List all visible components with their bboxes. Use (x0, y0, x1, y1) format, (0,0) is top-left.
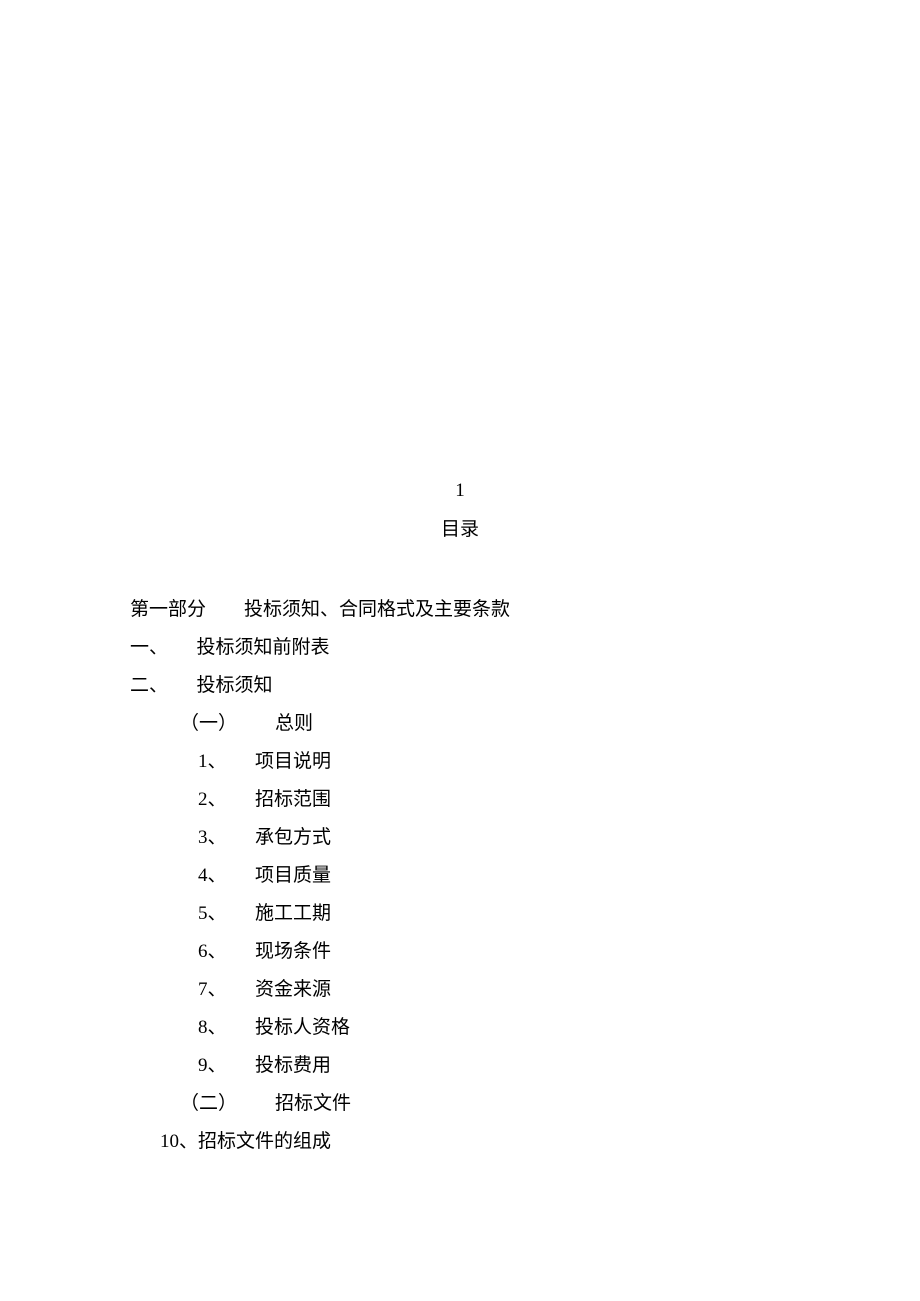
toc-section-label: 一、 (130, 637, 168, 658)
toc-section-2: 二、 投标须知 (130, 667, 790, 705)
toc-item-num: 10、 (160, 1131, 198, 1152)
toc-item-text: 项目质量 (255, 865, 331, 886)
toc-item-num: 5、 (198, 903, 227, 924)
toc-item-num: 9、 (198, 1055, 227, 1076)
toc-sub-text: 招标文件 (275, 1093, 351, 1114)
toc-item-num: 8、 (198, 1017, 227, 1038)
toc-item-text: 招标范围 (255, 789, 331, 810)
toc-item-text: 承包方式 (255, 827, 331, 848)
toc-part-text: 投标须知、合同格式及主要条款 (244, 599, 510, 620)
toc-item-num: 2、 (198, 789, 227, 810)
toc-item-text: 招标文件的组成 (198, 1131, 331, 1152)
toc-section-text: 投标须知前附表 (197, 637, 330, 658)
page-number: 1 (130, 480, 790, 502)
toc-item: 2、 招标范围 (130, 781, 790, 819)
toc-title: 目录 (130, 514, 790, 541)
toc-part-1: 第一部分 投标须知、合同格式及主要条款 (130, 591, 790, 629)
toc-part-label: 第一部分 (130, 599, 206, 620)
toc-item-text: 施工工期 (255, 903, 331, 924)
toc-sub-text: 总则 (275, 713, 313, 734)
toc-item-text: 资金来源 (255, 979, 331, 1000)
toc-item: 7、 资金来源 (130, 971, 790, 1009)
toc-item-num: 6、 (198, 941, 227, 962)
toc-item-10: 10、招标文件的组成 (130, 1123, 790, 1161)
toc-item: 3、 承包方式 (130, 819, 790, 857)
toc-item: 6、 现场条件 (130, 933, 790, 971)
toc-item-text: 现场条件 (255, 941, 331, 962)
toc-item-text: 投标人资格 (255, 1017, 350, 1038)
toc-item-num: 3、 (198, 827, 227, 848)
toc-sub-label: （二） (180, 1093, 237, 1114)
toc-item-num: 1、 (198, 751, 227, 772)
toc-item: 8、 投标人资格 (130, 1009, 790, 1047)
toc-item: 5、 施工工期 (130, 895, 790, 933)
toc-section-1: 一、 投标须知前附表 (130, 629, 790, 667)
toc-subsection-2: （二） 招标文件 (130, 1085, 790, 1123)
toc-item-num: 7、 (198, 979, 227, 1000)
toc-section-text: 投标须知 (197, 675, 273, 696)
toc-subsection-1: （一） 总则 (130, 705, 790, 743)
document-page: 1 目录 第一部分 投标须知、合同格式及主要条款 一、 投标须知前附表 二、 投… (0, 0, 920, 1161)
toc-item-num: 4、 (198, 865, 227, 886)
toc-item-text: 项目说明 (255, 751, 331, 772)
toc-section-label: 二、 (130, 675, 168, 696)
toc-item: 4、 项目质量 (130, 857, 790, 895)
toc-item-text: 投标费用 (255, 1055, 331, 1076)
toc-sub-label: （一） (180, 713, 237, 734)
toc-item: 1、 项目说明 (130, 743, 790, 781)
toc-item: 9、 投标费用 (130, 1047, 790, 1085)
